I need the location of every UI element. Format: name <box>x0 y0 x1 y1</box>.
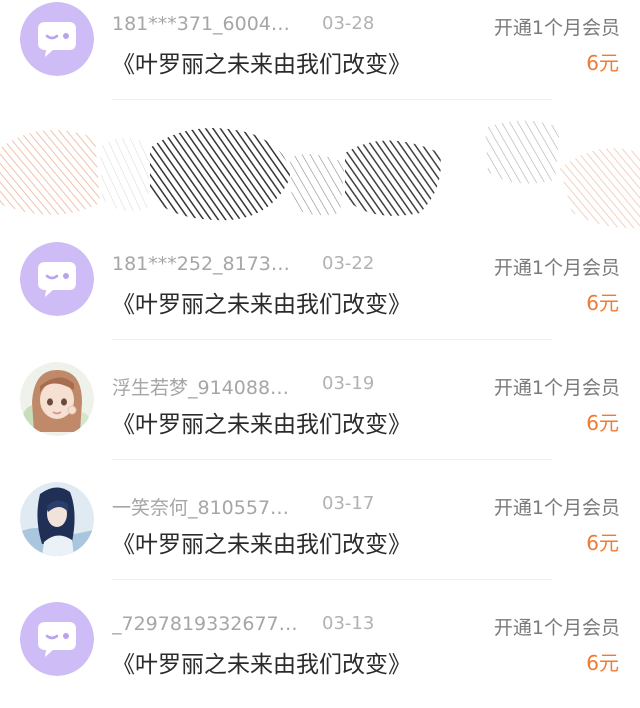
date-label: 03-13 <box>322 613 375 634</box>
default-avatar[interactable] <box>20 242 94 316</box>
price-label: 6元 <box>586 651 619 675</box>
action-label: 开通1个月会员 <box>493 497 620 519</box>
username: 一笑奈何_810557… <box>112 497 290 519</box>
username: 181***252_8173… <box>112 253 290 275</box>
book-title: 《叶罗丽之未来由我们改变》 <box>112 652 411 678</box>
record-row[interactable]: 181***252_8173… 03-22 开通1个月会员 《叶罗丽之未来由我们… <box>0 240 640 340</box>
record-row[interactable]: 181***371_6004… 03-28 开通1个月会员 《叶罗丽之未来由我们… <box>0 0 640 100</box>
book-title: 《叶罗丽之未来由我们改变》 <box>112 412 411 438</box>
price-label: 6元 <box>586 531 619 555</box>
price-label: 6元 <box>586 411 619 435</box>
user-photo-avatar[interactable] <box>20 482 94 556</box>
book-title: 《叶罗丽之未来由我们改变》 <box>112 52 411 78</box>
book-title: 《叶罗丽之未来由我们改变》 <box>112 292 411 318</box>
record-row[interactable]: 一笑奈何_810557… 03-17 开通1个月会员 《叶罗丽之未来由我们改变》… <box>0 480 640 580</box>
date-label: 03-28 <box>322 13 375 34</box>
date-label: 03-17 <box>322 493 375 514</box>
price-label: 6元 <box>586 291 619 315</box>
default-avatar[interactable] <box>20 2 94 76</box>
user-photo-avatar[interactable] <box>20 362 94 436</box>
action-label: 开通1个月会员 <box>493 377 620 399</box>
row-divider <box>112 579 552 580</box>
action-label: 开通1个月会员 <box>493 17 620 39</box>
date-label: 03-19 <box>322 373 375 394</box>
date-label: 03-22 <box>322 253 375 274</box>
row-divider <box>112 339 552 340</box>
record-row[interactable]: 浮生若梦_914088… 03-19 开通1个月会员 《叶罗丽之未来由我们改变》… <box>0 360 640 460</box>
default-avatar[interactable] <box>20 602 94 676</box>
row-divider <box>112 459 552 460</box>
username: 181***371_6004… <box>112 13 290 35</box>
username: 浮生若梦_914088… <box>112 377 290 399</box>
redaction-scribble <box>0 120 640 229</box>
row-divider <box>112 99 552 100</box>
record-row[interactable]: _7297819332677… 03-13 开通1个月会员 《叶罗丽之未来由我们… <box>0 600 640 700</box>
book-title: 《叶罗丽之未来由我们改变》 <box>112 532 411 558</box>
action-label: 开通1个月会员 <box>493 257 620 279</box>
username: _7297819332677… <box>112 613 298 635</box>
action-label: 开通1个月会员 <box>493 617 620 639</box>
price-label: 6元 <box>586 51 619 75</box>
